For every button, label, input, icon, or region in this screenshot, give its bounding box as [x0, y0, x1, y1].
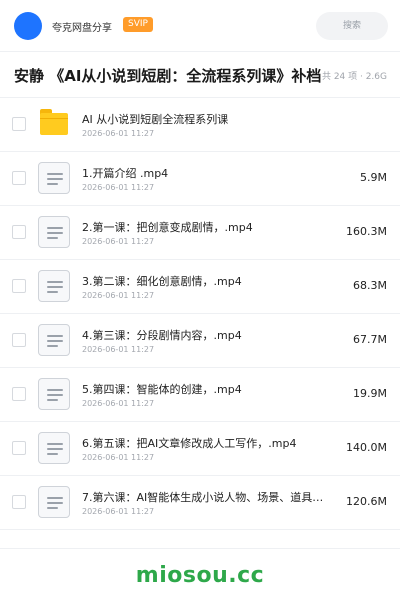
file-date: 2026-06-01 11:27 — [82, 129, 155, 138]
row-checkbox[interactable] — [12, 117, 26, 131]
header-bar: 夸克网盘分享 SVIP 搜索 — [0, 0, 400, 52]
user-name: 夸克网盘分享 — [52, 23, 112, 34]
footer-divider — [0, 548, 400, 549]
title-row: 安静 《AI从小说到短剧：全流程系列课》补档 共 24 项 · 2.6G — [0, 52, 400, 98]
list-item-file[interactable]: 5.第四课：智能体的创建，.mp4 2026-06-01 11:27 19.9M — [0, 368, 400, 422]
row-checkbox[interactable] — [12, 387, 26, 401]
file-size: 67.7M — [353, 333, 387, 346]
file-name: 3.第二课：细化创意剧情，.mp4 — [82, 275, 242, 288]
svip-badge: SVIP — [123, 17, 153, 32]
list-item-file[interactable]: 3.第二课：细化创意剧情，.mp4 2026-06-01 11:27 68.3M — [0, 260, 400, 314]
video-file-icon — [38, 162, 70, 194]
file-date: 2026-06-01 11:27 — [82, 507, 155, 516]
file-name: 7.第六课：AI智能体生成小说人物、场景、道具，… — [82, 491, 332, 504]
watermark-text: miosou.cc — [135, 563, 265, 588]
file-date: 2026-06-01 11:27 — [82, 291, 155, 300]
file-name: AI 从小说到短剧全流程系列课 — [82, 113, 229, 126]
list-item-file[interactable]: 4.第三课：分段剧情内容，.mp4 2026-06-01 11:27 67.7M — [0, 314, 400, 368]
file-name: 4.第三课：分段剧情内容，.mp4 — [82, 329, 242, 342]
file-date: 2026-06-01 11:27 — [82, 183, 155, 192]
list-item-folder[interactable]: AI 从小说到短剧全流程系列课 2026-06-01 11:27 — [0, 98, 400, 152]
file-size: 160.3M — [346, 225, 387, 238]
page-title: 安静 《AI从小说到短剧：全流程系列课》补档 — [14, 67, 322, 85]
file-size: 5.9M — [360, 171, 387, 184]
video-file-icon — [38, 486, 70, 518]
row-checkbox[interactable] — [12, 333, 26, 347]
video-file-icon — [38, 324, 70, 356]
list-item-file[interactable]: 7.第六课：AI智能体生成小说人物、场景、道具，… 2026-06-01 11:… — [0, 476, 400, 530]
file-date: 2026-06-01 11:27 — [82, 399, 155, 408]
list-item-file[interactable]: 1.开篇介绍 .mp4 2026-06-01 11:27 5.9M — [0, 152, 400, 206]
file-size: 120.6M — [346, 495, 387, 508]
video-file-icon — [38, 432, 70, 464]
row-checkbox[interactable] — [12, 495, 26, 509]
list-item-file[interactable]: 2.第一课：把创意变成剧情，.mp4 2026-06-01 11:27 160.… — [0, 206, 400, 260]
file-size: 68.3M — [353, 279, 387, 292]
share-page: 夸克网盘分享 SVIP 搜索 安静 《AI从小说到短剧：全流程系列课》补档 共 … — [0, 0, 400, 600]
row-checkbox[interactable] — [12, 279, 26, 293]
folder-icon — [38, 108, 70, 140]
avatar[interactable] — [14, 12, 42, 40]
video-file-icon — [38, 270, 70, 302]
list-item-file[interactable]: 6.第五课：把AI文章修改成人工写作，.mp4 2026-06-01 11:27… — [0, 422, 400, 476]
file-list: AI 从小说到短剧全流程系列课 2026-06-01 11:27 1.开篇介绍 … — [0, 98, 400, 530]
file-name: 1.开篇介绍 .mp4 — [82, 167, 169, 180]
search-input[interactable]: 搜索 — [316, 12, 388, 40]
file-date: 2026-06-01 11:27 — [82, 453, 155, 462]
row-checkbox[interactable] — [12, 441, 26, 455]
file-name: 2.第一课：把创意变成剧情，.mp4 — [82, 221, 253, 234]
file-size: 19.9M — [353, 387, 387, 400]
item-count-summary: 共 24 项 · 2.6G — [321, 72, 387, 82]
file-size: 140.0M — [346, 441, 387, 454]
file-date: 2026-06-01 11:27 — [82, 237, 155, 246]
row-checkbox[interactable] — [12, 225, 26, 239]
row-checkbox[interactable] — [12, 171, 26, 185]
file-date: 2026-06-01 11:27 — [82, 345, 155, 354]
file-name: 6.第五课：把AI文章修改成人工写作，.mp4 — [82, 437, 297, 450]
video-file-icon — [38, 216, 70, 248]
file-name: 5.第四课：智能体的创建，.mp4 — [82, 383, 242, 396]
video-file-icon — [38, 378, 70, 410]
